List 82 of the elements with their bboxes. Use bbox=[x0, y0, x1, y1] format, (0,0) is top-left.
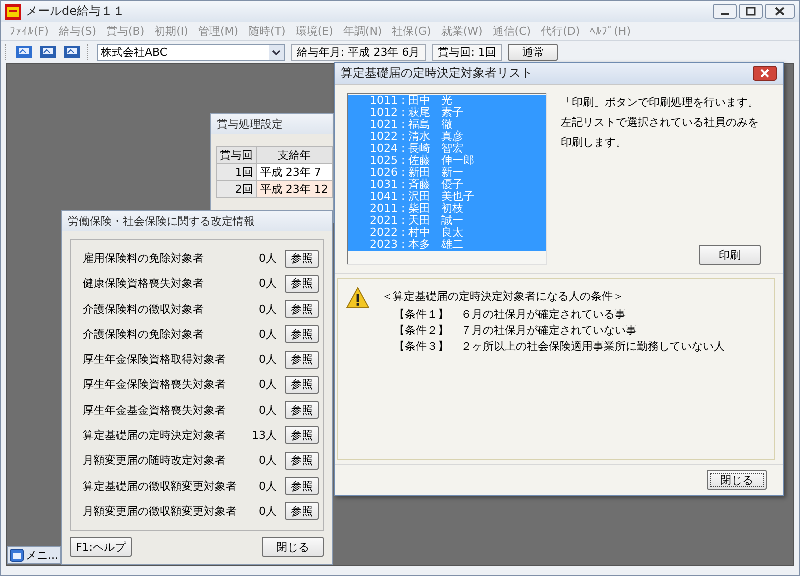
table-cell: 平成 23年 12 bbox=[256, 180, 332, 198]
view-button[interactable]: 参照 bbox=[285, 477, 319, 496]
list-item[interactable]: 1025 : 佐藤 伸一郎 bbox=[348, 155, 546, 167]
item-count: 0人 bbox=[258, 402, 277, 418]
view-button[interactable]: 参照 bbox=[285, 250, 319, 268]
item-count: 0人 bbox=[258, 276, 277, 292]
condition-text: ６月の社保月が確定されている事 bbox=[461, 307, 626, 323]
list-item[interactable]: 1022 : 清水 真彦 bbox=[348, 131, 546, 143]
conditions-heading: ＜算定基礎届の定時決定対象者になる人の条件＞ bbox=[382, 289, 625, 305]
view-button[interactable]: 参照 bbox=[285, 350, 319, 369]
view-button[interactable]: 参照 bbox=[285, 274, 319, 293]
item-label: 算定基礎届の定時決定対象者 bbox=[83, 428, 227, 443]
list-item[interactable]: 2011 : 柴田 初枝 bbox=[348, 203, 546, 215]
list-item[interactable]: 1041 : 沢田 美也子 bbox=[348, 191, 546, 203]
list-item[interactable]: 1011 : 田中 光 bbox=[348, 95, 546, 107]
description-text: 「印刷」ボタンで印刷処理を行います。 bbox=[561, 95, 760, 111]
description-text: 印刷します。 bbox=[561, 135, 628, 151]
item-count: 0人 bbox=[258, 453, 277, 468]
view-button[interactable]: 参照 bbox=[285, 401, 319, 420]
item-label: 厚生年金保険資格喪失対象者 bbox=[83, 377, 227, 392]
window-icon[interactable] bbox=[10, 548, 24, 562]
condition-label: 【条件３】 bbox=[394, 339, 449, 355]
view-button[interactable]: 参照 bbox=[285, 325, 319, 344]
list-item[interactable]: 1024 : 長崎 智宏 bbox=[348, 143, 546, 155]
item-count: 0人 bbox=[258, 352, 277, 368]
window-title: 賞与処理設定 bbox=[211, 114, 333, 134]
view-button[interactable]: 参照 bbox=[285, 502, 319, 520]
item-label: 厚生年金基金資格喪失対象者 bbox=[83, 402, 227, 418]
close-button[interactable]: 閉じる bbox=[262, 537, 324, 557]
close-button[interactable]: 閉じる bbox=[707, 470, 767, 490]
item-count: 0人 bbox=[258, 302, 277, 317]
pay-month-field: 給与年月: 平成 23年 6月 bbox=[291, 44, 426, 60]
list-item[interactable]: 2023 : 本多 雄二 bbox=[348, 239, 546, 251]
item-label: 介護保険料の徴収対象者 bbox=[83, 302, 205, 317]
list-item[interactable]: 2022 : 村中 良太 bbox=[348, 227, 546, 239]
dialog-title: 算定基礎届の定時決定対象者リスト bbox=[341, 65, 534, 82]
view-button[interactable]: 参照 bbox=[285, 426, 319, 444]
employee-list[interactable]: 1011 : 田中 光 1012 : 萩尾 素子 1021 : 福島 徹 1022 : 清水 真彦 1024 : 長崎 智宏 1025 : 佐藤 伸一郎 1026 : 新田 新一 1031 : 斉藤 優子 1041 : 沢田 美也子 2011 : 柴田 初枝 2021 : 天田 誠一 2022 : 村中 良太 2023 : 本多 雄二 bbox=[347, 93, 547, 265]
list-item[interactable]: 1026 : 新田 新一 bbox=[348, 167, 546, 179]
close-icon[interactable] bbox=[753, 66, 777, 81]
view-button[interactable]: 参照 bbox=[285, 300, 319, 318]
table-cell: 平成 23年 7 bbox=[256, 164, 332, 180]
item-label: 算定基礎届の徴収額変更対象者 bbox=[83, 478, 238, 494]
item-label: 厚生年金保険資格取得対象者 bbox=[83, 352, 227, 368]
item-label: 月額変更届の随時改定対象者 bbox=[83, 453, 227, 468]
maximize-icon[interactable] bbox=[739, 4, 763, 19]
item-count: 13人 bbox=[251, 428, 277, 443]
view-button[interactable]: 参照 bbox=[285, 452, 319, 470]
condition-text: ２ヶ所以上の社会保険適用事業所に勤務していない人 bbox=[461, 339, 725, 355]
print-button[interactable]: 印刷 bbox=[699, 245, 761, 265]
window-title: 労働保険・社会保険に関する改定情報 bbox=[62, 211, 332, 231]
view-button[interactable]: 参照 bbox=[285, 376, 319, 394]
window-title: メールde給与１１ bbox=[26, 3, 126, 20]
bonus-round-field: 賞与回: 1回 bbox=[432, 44, 502, 60]
close-icon[interactable] bbox=[765, 4, 795, 19]
table-cell: 2回 bbox=[216, 180, 257, 198]
help-button[interactable]: F1:ヘルプ bbox=[70, 537, 132, 557]
warning-icon bbox=[346, 287, 370, 309]
item-count: 0人 bbox=[258, 326, 277, 342]
item-count: 0人 bbox=[258, 377, 277, 392]
condition-label: 【条件２】 bbox=[394, 323, 449, 339]
company-combo[interactable]: 株式会社ABC bbox=[97, 44, 285, 60]
item-count: 0人 bbox=[258, 251, 277, 266]
condition-label: 【条件１】 bbox=[394, 307, 449, 323]
item-label: 雇用保険料の免除対象者 bbox=[83, 251, 205, 266]
list-item[interactable]: 2021 : 天田 誠一 bbox=[348, 215, 546, 227]
table-cell: 1回 bbox=[216, 164, 257, 180]
app-icon bbox=[5, 4, 21, 20]
column-header: 支給年 bbox=[256, 146, 332, 164]
condition-text: ７月の社保月が確定されていない事 bbox=[461, 323, 637, 339]
list-item[interactable]: 1021 : 福島 徹 bbox=[348, 119, 546, 131]
mode-button[interactable]: 通常 bbox=[508, 44, 558, 60]
list-item[interactable]: 1031 : 斉藤 優子 bbox=[348, 179, 546, 191]
column-header: 賞与回 bbox=[216, 146, 257, 164]
item-label: 健康保険資格喪失対象者 bbox=[83, 276, 205, 292]
item-count: 0人 bbox=[258, 478, 277, 494]
list-item[interactable]: 1012 : 萩尾 素子 bbox=[348, 107, 546, 119]
item-count: 0人 bbox=[258, 504, 277, 519]
item-label: 月額変更届の徴収額変更対象者 bbox=[83, 504, 238, 519]
description-text: 左記リストで選択されている社員のみを bbox=[561, 115, 760, 131]
minimize-icon[interactable] bbox=[713, 4, 737, 19]
item-label: 介護保険料の免除対象者 bbox=[83, 326, 205, 342]
